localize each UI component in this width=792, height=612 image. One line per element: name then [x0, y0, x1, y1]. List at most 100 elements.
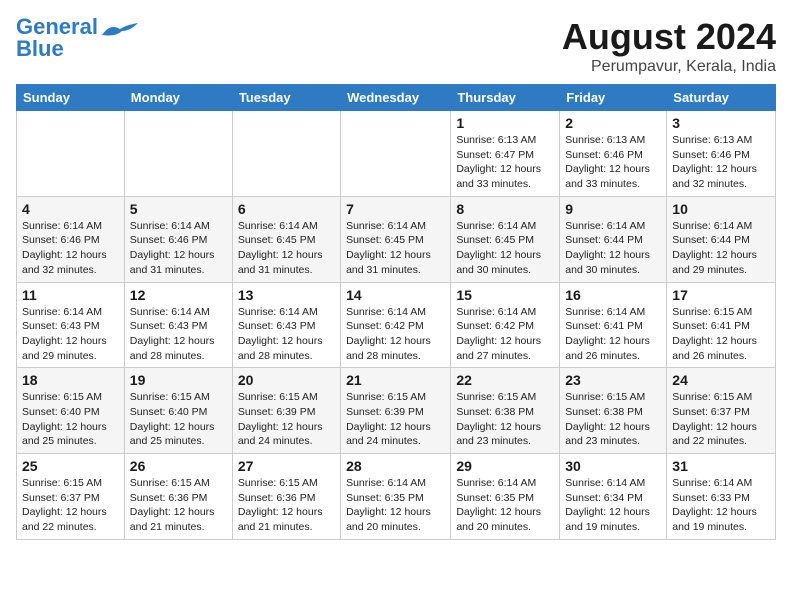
calendar-day-header: Wednesday	[341, 85, 451, 111]
day-detail: Sunrise: 6:15 AM Sunset: 6:40 PM Dayligh…	[22, 390, 119, 449]
calendar-cell: 3 Sunrise: 6:13 AM Sunset: 6:46 PM Daylig…	[667, 111, 776, 197]
day-number: 17	[672, 287, 770, 303]
day-detail: Sunrise: 6:14 AM Sunset: 6:43 PM Dayligh…	[238, 305, 335, 364]
day-detail: Sunrise: 6:14 AM Sunset: 6:43 PM Dayligh…	[130, 305, 227, 364]
title-area: August 2024 Perumpavur, Kerala, India	[562, 16, 776, 76]
calendar-cell: 19 Sunrise: 6:15 AM Sunset: 6:40 PM Dayli…	[124, 368, 232, 454]
calendar-cell: 18Sunrise: 6:15 AM Sunset: 6:40 PM Dayli…	[17, 368, 125, 454]
day-detail: Sunrise: 6:14 AM Sunset: 6:45 PM Dayligh…	[456, 219, 554, 278]
calendar-cell: 22Sunrise: 6:15 AM Sunset: 6:38 PM Dayli…	[451, 368, 560, 454]
day-number: 3	[672, 115, 770, 131]
day-number: 24	[672, 372, 770, 388]
day-number: 28	[346, 458, 445, 474]
calendar-cell: 21Sunrise: 6:15 AM Sunset: 6:39 PM Dayli…	[341, 368, 451, 454]
day-detail: Sunrise: 6:14 AM Sunset: 6:42 PM Dayligh…	[346, 305, 445, 364]
day-number: 5	[130, 201, 227, 217]
calendar-cell: 2Sunrise: 6:13 AM Sunset: 6:46 PM Daylig…	[560, 111, 667, 197]
calendar-cell: 7 Sunrise: 6:14 AM Sunset: 6:45 PM Daylig…	[341, 196, 451, 282]
calendar-day-header: Monday	[124, 85, 232, 111]
calendar-cell: 23Sunrise: 6:15 AM Sunset: 6:38 PM Dayli…	[560, 368, 667, 454]
calendar-week-row: 1 Sunrise: 6:13 AM Sunset: 6:47 PM Daylig…	[17, 111, 776, 197]
day-detail: Sunrise: 6:14 AM Sunset: 6:46 PM Dayligh…	[22, 219, 119, 278]
logo: GeneralBlue	[16, 16, 138, 60]
day-number: 4	[22, 201, 119, 217]
day-detail: Sunrise: 6:15 AM Sunset: 6:37 PM Dayligh…	[672, 390, 770, 449]
day-number: 12	[130, 287, 227, 303]
day-number: 31	[672, 458, 770, 474]
day-detail: Sunrise: 6:14 AM Sunset: 6:35 PM Dayligh…	[456, 476, 554, 535]
day-number: 15	[456, 287, 554, 303]
day-detail: Sunrise: 6:15 AM Sunset: 6:39 PM Dayligh…	[346, 390, 445, 449]
calendar-header-row: SundayMondayTuesdayWednesdayThursdayFrid…	[17, 85, 776, 111]
calendar-cell: 25 Sunrise: 6:15 AM Sunset: 6:37 PM Dayli…	[17, 454, 125, 540]
calendar-day-header: Friday	[560, 85, 667, 111]
calendar-cell	[232, 111, 340, 197]
day-detail: Sunrise: 6:15 AM Sunset: 6:37 PM Dayligh…	[22, 476, 119, 535]
day-detail: Sunrise: 6:14 AM Sunset: 6:46 PM Dayligh…	[130, 219, 227, 278]
day-number: 26	[130, 458, 227, 474]
calendar-cell: 30 Sunrise: 6:14 AM Sunset: 6:34 PM Dayli…	[560, 454, 667, 540]
day-detail: Sunrise: 6:14 AM Sunset: 6:35 PM Dayligh…	[346, 476, 445, 535]
calendar-day-header: Sunday	[17, 85, 125, 111]
day-detail: Sunrise: 6:15 AM Sunset: 6:36 PM Dayligh…	[238, 476, 335, 535]
day-number: 25	[22, 458, 119, 474]
calendar-cell: 16Sunrise: 6:14 AM Sunset: 6:41 PM Dayli…	[560, 282, 667, 368]
subtitle: Perumpavur, Kerala, India	[562, 58, 776, 76]
day-detail: Sunrise: 6:15 AM Sunset: 6:38 PM Dayligh…	[565, 390, 661, 449]
logo-text: GeneralBlue	[16, 16, 98, 60]
calendar-cell: 4 Sunrise: 6:14 AM Sunset: 6:46 PM Daylig…	[17, 196, 125, 282]
calendar-cell	[341, 111, 451, 197]
calendar-body: 1 Sunrise: 6:13 AM Sunset: 6:47 PM Daylig…	[17, 111, 776, 540]
calendar-day-header: Saturday	[667, 85, 776, 111]
calendar-cell: 9 Sunrise: 6:14 AM Sunset: 6:44 PM Daylig…	[560, 196, 667, 282]
calendar-day-header: Thursday	[451, 85, 560, 111]
day-number: 29	[456, 458, 554, 474]
calendar-cell: 26 Sunrise: 6:15 AM Sunset: 6:36 PM Dayli…	[124, 454, 232, 540]
day-number: 19	[130, 372, 227, 388]
day-number: 11	[22, 287, 119, 303]
calendar-cell: 12 Sunrise: 6:14 AM Sunset: 6:43 PM Dayli…	[124, 282, 232, 368]
day-detail: Sunrise: 6:15 AM Sunset: 6:39 PM Dayligh…	[238, 390, 335, 449]
day-number: 1	[456, 115, 554, 131]
day-detail: Sunrise: 6:15 AM Sunset: 6:40 PM Dayligh…	[130, 390, 227, 449]
day-detail: Sunrise: 6:14 AM Sunset: 6:44 PM Dayligh…	[565, 219, 661, 278]
calendar-cell: 17 Sunrise: 6:15 AM Sunset: 6:41 PM Dayli…	[667, 282, 776, 368]
calendar-cell: 24 Sunrise: 6:15 AM Sunset: 6:37 PM Dayli…	[667, 368, 776, 454]
calendar-cell: 5 Sunrise: 6:14 AM Sunset: 6:46 PM Daylig…	[124, 196, 232, 282]
day-number: 6	[238, 201, 335, 217]
day-detail: Sunrise: 6:14 AM Sunset: 6:45 PM Dayligh…	[346, 219, 445, 278]
calendar-week-row: 18Sunrise: 6:15 AM Sunset: 6:40 PM Dayli…	[17, 368, 776, 454]
page-header: GeneralBlue August 2024 Perumpavur, Kera…	[16, 16, 776, 76]
day-detail: Sunrise: 6:13 AM Sunset: 6:46 PM Dayligh…	[672, 133, 770, 192]
calendar-week-row: 4 Sunrise: 6:14 AM Sunset: 6:46 PM Daylig…	[17, 196, 776, 282]
day-detail: Sunrise: 6:14 AM Sunset: 6:34 PM Dayligh…	[565, 476, 661, 535]
day-detail: Sunrise: 6:14 AM Sunset: 6:43 PM Dayligh…	[22, 305, 119, 364]
day-number: 9	[565, 201, 661, 217]
calendar-cell: 28 Sunrise: 6:14 AM Sunset: 6:35 PM Dayli…	[341, 454, 451, 540]
calendar-week-row: 11 Sunrise: 6:14 AM Sunset: 6:43 PM Dayli…	[17, 282, 776, 368]
calendar-cell	[124, 111, 232, 197]
day-detail: Sunrise: 6:14 AM Sunset: 6:42 PM Dayligh…	[456, 305, 554, 364]
day-number: 10	[672, 201, 770, 217]
day-number: 20	[238, 372, 335, 388]
day-number: 30	[565, 458, 661, 474]
calendar-day-header: Tuesday	[232, 85, 340, 111]
day-detail: Sunrise: 6:15 AM Sunset: 6:36 PM Dayligh…	[130, 476, 227, 535]
day-number: 7	[346, 201, 445, 217]
calendar-cell: 8Sunrise: 6:14 AM Sunset: 6:45 PM Daylig…	[451, 196, 560, 282]
day-number: 14	[346, 287, 445, 303]
day-detail: Sunrise: 6:14 AM Sunset: 6:41 PM Dayligh…	[565, 305, 661, 364]
logo-bird-icon	[102, 23, 138, 43]
day-number: 2	[565, 115, 661, 131]
day-number: 13	[238, 287, 335, 303]
day-detail: Sunrise: 6:13 AM Sunset: 6:47 PM Dayligh…	[456, 133, 554, 192]
day-detail: Sunrise: 6:15 AM Sunset: 6:41 PM Dayligh…	[672, 305, 770, 364]
calendar-cell: 31Sunrise: 6:14 AM Sunset: 6:33 PM Dayli…	[667, 454, 776, 540]
calendar-cell: 15 Sunrise: 6:14 AM Sunset: 6:42 PM Dayli…	[451, 282, 560, 368]
calendar-cell: 20 Sunrise: 6:15 AM Sunset: 6:39 PM Dayli…	[232, 368, 340, 454]
calendar-cell	[17, 111, 125, 197]
day-detail: Sunrise: 6:14 AM Sunset: 6:45 PM Dayligh…	[238, 219, 335, 278]
day-number: 22	[456, 372, 554, 388]
calendar-cell: 6 Sunrise: 6:14 AM Sunset: 6:45 PM Daylig…	[232, 196, 340, 282]
day-number: 27	[238, 458, 335, 474]
